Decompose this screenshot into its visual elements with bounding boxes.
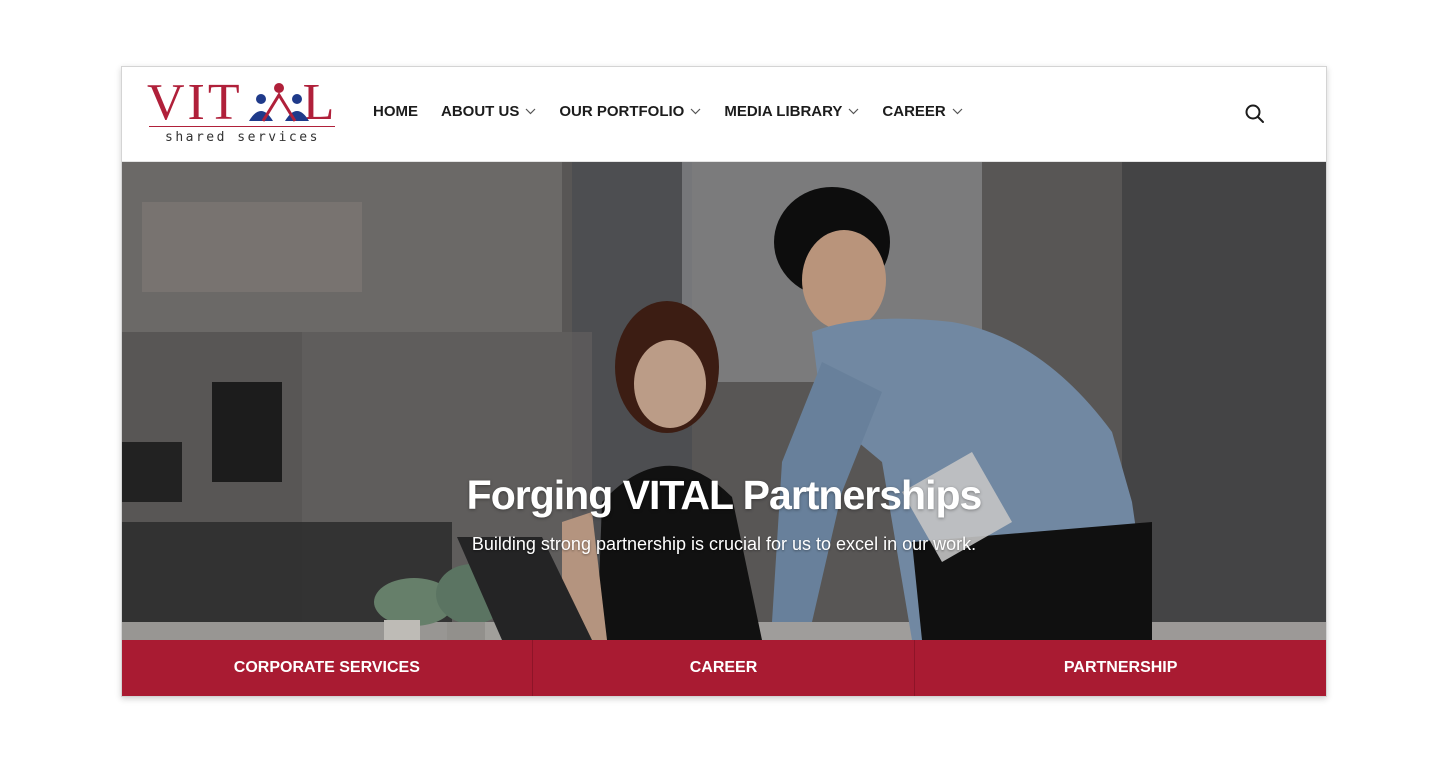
hero-banner: Forging VITAL Partnerships Building stro… xyxy=(122,162,1326,640)
main-nav: HOME ABOUT US OUR PORTFOLIO MEDIA LIBRAR… xyxy=(373,103,986,120)
site-header: VIT L shared services HOME ABOUT US OUR P xyxy=(122,67,1326,162)
tab-partnership[interactable]: PARTNERSHIP xyxy=(915,640,1326,696)
hero-title: Forging VITAL Partnerships xyxy=(466,472,983,518)
tab-career[interactable]: CAREER xyxy=(533,640,916,696)
nav-media-library-label: MEDIA LIBRARY xyxy=(724,103,843,120)
tab-career-label: CAREER xyxy=(689,659,758,676)
hero-subtitle: Building strong partnership is crucial f… xyxy=(471,534,977,554)
search-icon xyxy=(1245,104,1264,123)
nav-our-portfolio-label: OUR PORTFOLIO xyxy=(559,103,685,120)
logo-people-icon xyxy=(249,83,309,122)
tab-partnership-label: PARTNERSHIP xyxy=(1063,659,1178,676)
tab-corporate-services[interactable]: CORPORATE SERVICES xyxy=(122,640,533,696)
logo-divider xyxy=(149,126,335,127)
tab-corporate-services-label: CORPORATE SERVICES xyxy=(233,659,420,676)
chevron-down-icon xyxy=(848,108,859,115)
search-button[interactable] xyxy=(1244,103,1266,125)
chevron-down-icon xyxy=(690,108,701,115)
nav-about-us-label: ABOUT US xyxy=(441,103,520,120)
chevron-down-icon xyxy=(525,108,536,115)
nav-media-library[interactable]: MEDIA LIBRARY xyxy=(724,103,859,120)
chevron-down-icon xyxy=(952,108,963,115)
logo-subtitle: shared services xyxy=(165,130,320,145)
nav-career-label: CAREER xyxy=(882,103,946,120)
logo-word-left: VIT xyxy=(147,74,243,131)
hero-photo xyxy=(122,162,1326,640)
nav-home[interactable]: HOME xyxy=(373,103,418,120)
nav-home-label: HOME xyxy=(373,103,418,120)
site-logo[interactable]: VIT L shared services xyxy=(147,77,339,149)
site-frame: VIT L shared services HOME ABOUT US OUR P xyxy=(121,66,1327,697)
nav-about-us[interactable]: ABOUT US xyxy=(441,103,536,120)
feature-tabs: CORPORATE SERVICES CAREER PARTNERSHIP xyxy=(122,640,1326,696)
nav-career[interactable]: CAREER xyxy=(882,103,963,120)
nav-our-portfolio[interactable]: OUR PORTFOLIO xyxy=(559,103,701,120)
